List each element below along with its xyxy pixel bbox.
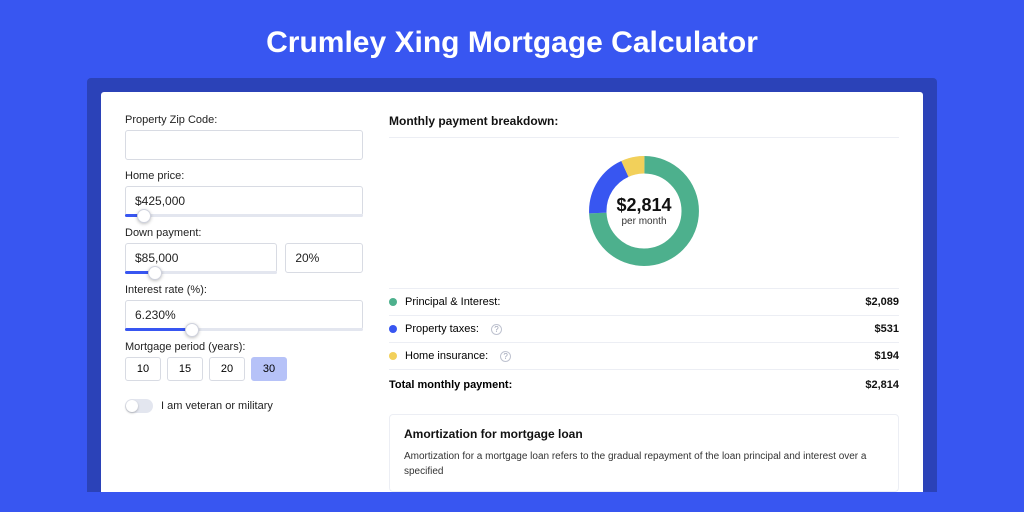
dot-principal-icon [389, 298, 397, 306]
interest-field: Interest rate (%): [125, 284, 363, 331]
donut-chart: $2,814 per month [583, 150, 705, 272]
down-payment-pct-input[interactable] [285, 243, 363, 273]
period-option-15[interactable]: 15 [167, 357, 203, 381]
period-options: 10 15 20 30 [125, 357, 363, 381]
total-label: Total monthly payment: [389, 379, 512, 391]
veteran-toggle[interactable] [125, 399, 153, 413]
amortization-card: Amortization for mortgage loan Amortizat… [389, 414, 899, 492]
home-price-slider[interactable] [125, 214, 363, 217]
dot-insurance-icon [389, 352, 397, 360]
period-label: Mortgage period (years): [125, 341, 363, 353]
form-column: Property Zip Code: Home price: Down paym… [125, 114, 363, 492]
total-value: $2,814 [865, 379, 899, 391]
breakdown-label-insurance: Home insurance: [405, 350, 488, 362]
info-icon[interactable]: ? [491, 324, 502, 335]
donut-per: per month [621, 216, 666, 227]
breakdown-row-taxes: Property taxes: ? $531 [389, 315, 899, 342]
home-price-label: Home price: [125, 170, 363, 182]
breakdown-value-principal: $2,089 [865, 296, 899, 308]
zip-label: Property Zip Code: [125, 114, 363, 126]
page-title: Crumley Xing Mortgage Calculator [0, 0, 1024, 78]
breakdown-row-total: Total monthly payment: $2,814 [389, 369, 899, 398]
period-option-20[interactable]: 20 [209, 357, 245, 381]
app-frame-outer: Property Zip Code: Home price: Down paym… [87, 78, 937, 492]
app-frame-inner: Property Zip Code: Home price: Down paym… [101, 92, 923, 492]
period-field: Mortgage period (years): 10 15 20 30 [125, 341, 363, 381]
breakdown-value-insurance: $194 [875, 350, 899, 362]
breakdown-row-principal: Principal & Interest: $2,089 [389, 288, 899, 315]
amortization-text: Amortization for a mortgage loan refers … [404, 449, 884, 479]
breakdown-label-taxes: Property taxes: [405, 323, 479, 335]
amortization-title: Amortization for mortgage loan [404, 427, 884, 441]
breakdown-value-taxes: $531 [875, 323, 899, 335]
info-icon[interactable]: ? [500, 351, 511, 362]
home-price-slider-thumb[interactable] [137, 209, 151, 223]
zip-field: Property Zip Code: [125, 114, 363, 160]
zip-input[interactable] [125, 130, 363, 160]
veteran-label: I am veteran or military [161, 400, 273, 412]
interest-label: Interest rate (%): [125, 284, 363, 296]
down-payment-slider-thumb[interactable] [148, 266, 162, 280]
down-payment-label: Down payment: [125, 227, 363, 239]
interest-slider[interactable] [125, 328, 363, 331]
breakdown-title: Monthly payment breakdown: [389, 114, 899, 138]
home-price-input[interactable] [125, 186, 363, 216]
breakdown-column: Monthly payment breakdown: $2,814 per mo… [389, 114, 899, 492]
down-payment-input[interactable] [125, 243, 277, 273]
interest-input[interactable] [125, 300, 363, 330]
down-payment-field: Down payment: [125, 227, 363, 274]
period-option-30[interactable]: 30 [251, 357, 287, 381]
home-price-field: Home price: [125, 170, 363, 217]
down-payment-slider[interactable] [125, 271, 277, 274]
breakdown-label-principal: Principal & Interest: [405, 296, 500, 308]
interest-slider-fill [125, 328, 192, 331]
period-option-10[interactable]: 10 [125, 357, 161, 381]
donut-center: $2,814 per month [583, 150, 705, 272]
donut-amount: $2,814 [616, 195, 671, 216]
interest-slider-thumb[interactable] [185, 323, 199, 337]
breakdown-row-insurance: Home insurance: ? $194 [389, 342, 899, 369]
veteran-row: I am veteran or military [125, 399, 363, 413]
donut-chart-wrap: $2,814 per month [389, 150, 899, 272]
dot-taxes-icon [389, 325, 397, 333]
